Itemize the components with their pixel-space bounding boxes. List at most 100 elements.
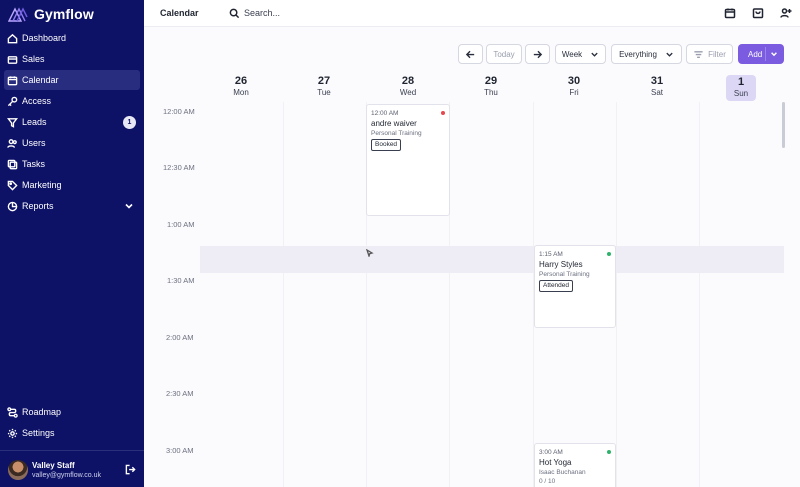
search-icon xyxy=(229,8,240,18)
gear-icon xyxy=(7,428,18,439)
brand[interactable]: Gymflow xyxy=(8,4,94,24)
calendar-icon[interactable] xyxy=(724,7,736,19)
day-header-mon[interactable]: 26 Mon xyxy=(221,75,261,98)
day-header-wed[interactable]: 28 Wed xyxy=(388,75,428,98)
sidebar-item-label: Reports xyxy=(22,201,54,211)
tasks-icon xyxy=(7,159,18,170)
add-button[interactable]: Add xyxy=(738,44,784,64)
view-select[interactable]: Week xyxy=(555,44,606,64)
day-header-thu[interactable]: 29 Thu xyxy=(471,75,511,98)
sidebar-item-label: Leads xyxy=(22,117,47,127)
day-number: 30 xyxy=(567,75,581,87)
view-select-value: Week xyxy=(561,49,583,59)
topbar: Calendar xyxy=(144,0,800,27)
search-bar[interactable] xyxy=(229,6,369,20)
time-label: 1:00 AM xyxy=(167,220,195,229)
user-profile[interactable]: Valley Staff valley@gymflow.co.uk xyxy=(6,458,140,484)
column-divider xyxy=(616,102,617,487)
day-header-fri[interactable]: 30 Fri xyxy=(554,75,594,98)
day-header-sat[interactable]: 31 Sat xyxy=(637,75,677,98)
home-icon xyxy=(7,33,18,44)
event-instructor: Isaac Buchanan xyxy=(539,469,586,476)
day-name: Thu xyxy=(484,88,498,97)
gymflow-logo-icon xyxy=(8,7,28,22)
previous-week-button[interactable] xyxy=(458,44,483,64)
time-label: 12:30 AM xyxy=(163,163,195,172)
sidebar-item-calendar[interactable]: Calendar xyxy=(4,70,140,90)
shopping-bag-icon[interactable] xyxy=(752,7,764,19)
today-button[interactable]: Today xyxy=(486,44,522,64)
leads-count-badge: 1 xyxy=(123,116,136,129)
sidebar-item-users[interactable]: Users xyxy=(4,133,140,153)
add-user-icon[interactable] xyxy=(780,7,792,19)
status-dot xyxy=(441,111,445,115)
chevron-down-icon xyxy=(666,52,673,57)
logout-icon[interactable] xyxy=(125,464,136,475)
day-number: 29 xyxy=(484,75,498,87)
sidebar-item-reports[interactable]: Reports xyxy=(4,196,140,216)
time-label: 2:00 AM xyxy=(166,333,194,342)
sidebar-item-tasks[interactable]: Tasks xyxy=(4,154,140,174)
time-label: 1:30 AM xyxy=(167,276,195,285)
user-name: Valley Staff xyxy=(32,461,75,470)
status-dot xyxy=(607,450,611,454)
day-number: 31 xyxy=(650,75,664,87)
scope-select[interactable]: Everything xyxy=(611,44,682,64)
hover-time-slot[interactable] xyxy=(200,246,784,273)
sidebar-item-settings[interactable]: Settings xyxy=(4,423,140,443)
sidebar-item-label: Tasks xyxy=(22,159,46,169)
column-divider xyxy=(699,102,700,487)
day-name: Sat xyxy=(650,88,663,97)
page-title: Calendar xyxy=(160,8,199,18)
time-label: 12:00 AM xyxy=(163,107,195,116)
tag-icon xyxy=(7,180,18,191)
sidebar-item-dashboard[interactable]: Dashboard xyxy=(4,28,140,48)
time-label: 2:30 AM xyxy=(166,389,194,398)
pointer-cursor-icon xyxy=(365,248,374,259)
arrow-right-icon xyxy=(533,50,543,58)
search-input[interactable] xyxy=(244,8,354,18)
event-capacity: 0 / 10 xyxy=(539,478,556,485)
day-name: Fri xyxy=(569,88,579,97)
status-badge: Booked xyxy=(371,139,402,151)
sidebar-divider xyxy=(0,450,144,451)
event-card[interactable]: 12:00 AM andre waiver Personal Training … xyxy=(366,104,450,216)
sidebar-item-roadmap[interactable]: Roadmap xyxy=(4,402,140,422)
day-header-tue[interactable]: 27 Tue xyxy=(304,75,344,98)
day-name: Sun xyxy=(733,89,749,98)
event-title: Hot Yoga xyxy=(539,458,572,467)
event-card[interactable]: 3:00 AM Hot Yoga Isaac Buchanan 0 / 10 xyxy=(534,443,616,487)
sidebar-bottom-nav: Roadmap Settings xyxy=(0,402,144,444)
sidebar-item-label: Users xyxy=(22,138,46,148)
day-name: Tue xyxy=(317,88,331,97)
sidebar-item-sales[interactable]: Sales xyxy=(4,49,140,69)
time-label: 3:00 AM xyxy=(166,446,194,455)
sidebar-item-access[interactable]: Access xyxy=(4,91,140,111)
day-header-sun-today[interactable]: 1 Sun xyxy=(726,75,756,101)
next-week-button[interactable] xyxy=(525,44,550,64)
filter-lines-icon xyxy=(694,50,703,58)
chart-icon xyxy=(7,201,18,212)
sidebar-item-label: Dashboard xyxy=(22,33,67,43)
event-title: Harry Styles xyxy=(539,260,583,269)
chevron-down-icon[interactable] xyxy=(124,201,134,211)
event-card[interactable]: 1:15 AM Harry Styles Personal Training A… xyxy=(534,245,616,328)
event-type: Personal Training xyxy=(371,130,422,137)
day-number: 26 xyxy=(234,75,248,87)
calendar-scrollbar[interactable] xyxy=(782,102,785,148)
event-time: 12:00 AM xyxy=(371,110,399,117)
key-icon xyxy=(7,96,18,107)
sidebar-item-marketing[interactable]: Marketing xyxy=(4,175,140,195)
event-time: 3:00 AM xyxy=(539,449,563,456)
day-number: 1 xyxy=(737,76,745,88)
day-number: 27 xyxy=(317,75,331,87)
filter-button-label: Filter xyxy=(708,49,726,59)
sidebar-item-leads[interactable]: Leads 1 xyxy=(4,112,140,132)
sidebar-item-label: Roadmap xyxy=(22,407,62,417)
filter-button[interactable]: Filter xyxy=(686,44,733,64)
chevron-down-icon[interactable] xyxy=(770,50,778,58)
calendar-grid[interactable] xyxy=(200,102,784,487)
event-title: andre waiver xyxy=(371,119,417,128)
add-button-label: Add xyxy=(748,49,763,59)
status-badge: Attended xyxy=(539,280,574,292)
